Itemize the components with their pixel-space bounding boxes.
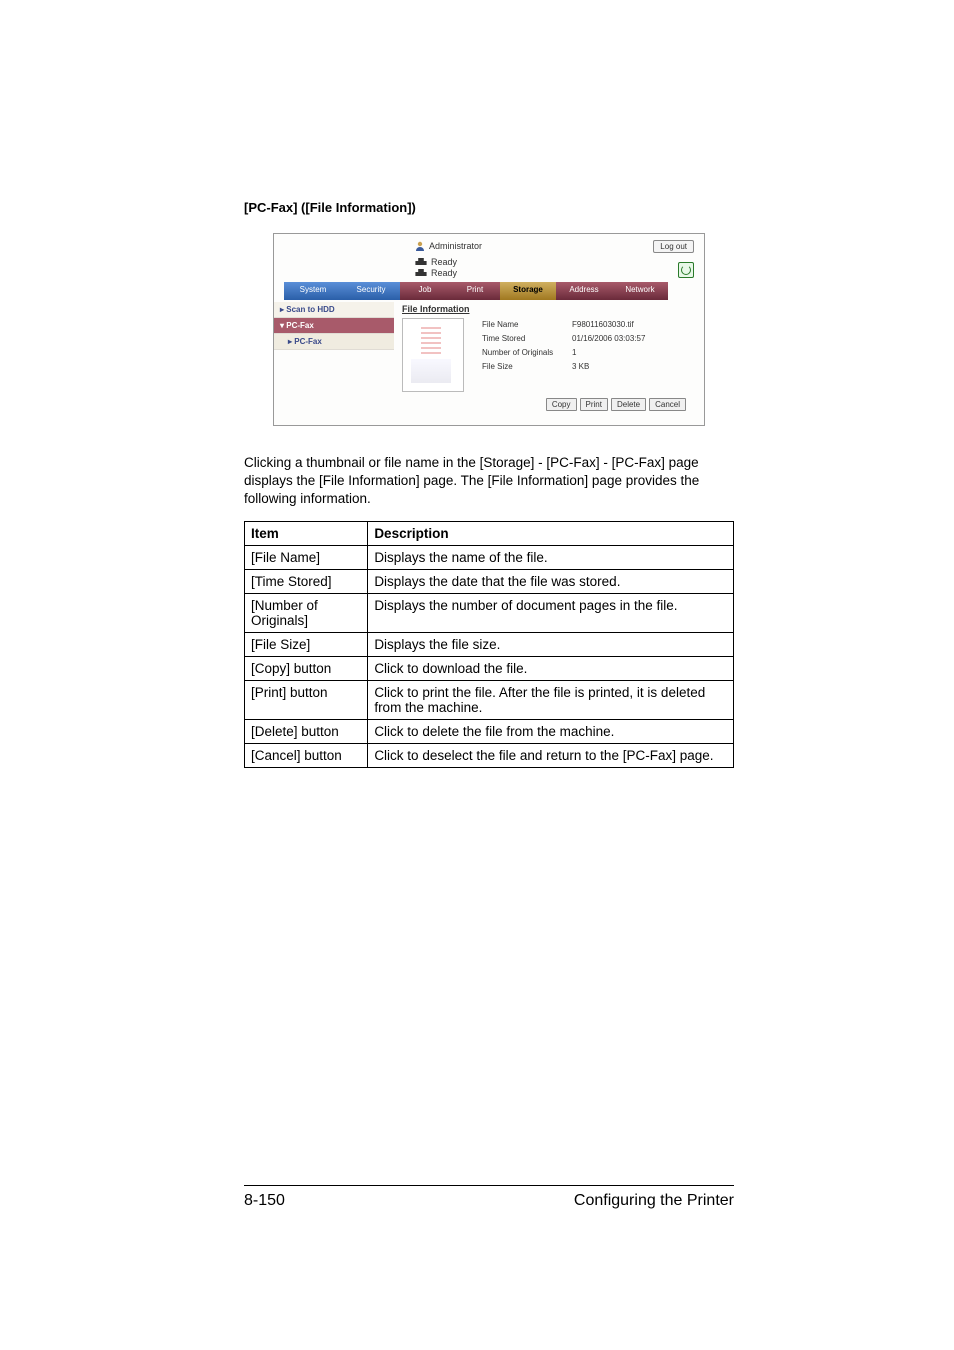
file-thumbnail[interactable] [402,318,464,392]
sidebar-item-scan[interactable]: ▸ Scan to HDD [274,302,394,318]
label-filesize: File Size [482,362,572,371]
label-filename: File Name [482,320,572,329]
logout-button[interactable]: Log out [653,240,694,253]
tab-bar: System Security Job Print Storage Addres… [274,282,704,300]
tab-network[interactable]: Network [612,282,668,300]
status-line-2: Ready [414,268,457,278]
value-timestored: 01/16/2006 03:03:57 [572,334,696,343]
table-row: [File Size]Displays the file size. [245,632,734,656]
table-row: [File Name]Displays the name of the file… [245,545,734,569]
refresh-icon[interactable] [678,262,694,278]
table-row: [Delete] buttonClick to delete the file … [245,719,734,743]
tab-security[interactable]: Security [342,282,400,300]
tab-storage[interactable]: Storage [500,282,556,300]
copy-button[interactable]: Copy [546,398,577,411]
tab-job[interactable]: Job [400,282,450,300]
tab-address[interactable]: Address [556,282,612,300]
label-numoriginals: Number of Originals [482,348,572,357]
info-table: Item Description [File Name]Displays the… [244,521,734,768]
printer-icon [414,257,428,267]
delete-button[interactable]: Delete [611,398,646,411]
sidebar: ▸ Scan to HDD ▾ PC-Fax ▸ PC-Fax [274,300,394,425]
table-row: [Time Stored]Displays the date that the … [245,569,734,593]
value-numoriginals: 1 [572,348,696,357]
print-button[interactable]: Print [580,398,608,411]
body-paragraph: Clicking a thumbnail or file name in the… [244,454,734,509]
page-number: 8-150 [244,1192,285,1210]
label-timestored: Time Stored [482,334,572,343]
status-line-1: Ready [414,257,457,267]
table-row: [Print] buttonClick to print the file. A… [245,680,734,719]
printer-icon [414,268,428,278]
table-header-item: Item [245,521,368,545]
tab-print[interactable]: Print [450,282,500,300]
embedded-screenshot: Administrator Log out Ready Ready System… [273,233,705,426]
value-filename: F98011603030.tif [572,320,696,329]
table-row: [Number of Originals]Displays the number… [245,593,734,632]
content-title: File Information [402,304,696,314]
table-row: [Cancel] buttonClick to deselect the fil… [245,743,734,767]
value-filesize: 3 KB [572,362,696,371]
sidebar-item-pcfax-sub[interactable]: ▸ PC-Fax [274,334,394,350]
sidebar-item-pcfax[interactable]: ▾ PC-Fax [274,318,394,334]
section-title: Configuring the Printer [574,1192,734,1210]
page-footer: 8-150 Configuring the Printer [244,1185,734,1210]
admin-indicator: Administrator [414,240,482,252]
tab-system[interactable]: System [284,282,342,300]
admin-label: Administrator [429,241,482,251]
table-header-desc: Description [368,521,734,545]
table-row: [Copy] buttonClick to download the file. [245,656,734,680]
section-heading: [PC-Fax] ([File Information]) [244,200,734,215]
cancel-button[interactable]: Cancel [649,398,686,411]
user-icon [414,240,426,252]
